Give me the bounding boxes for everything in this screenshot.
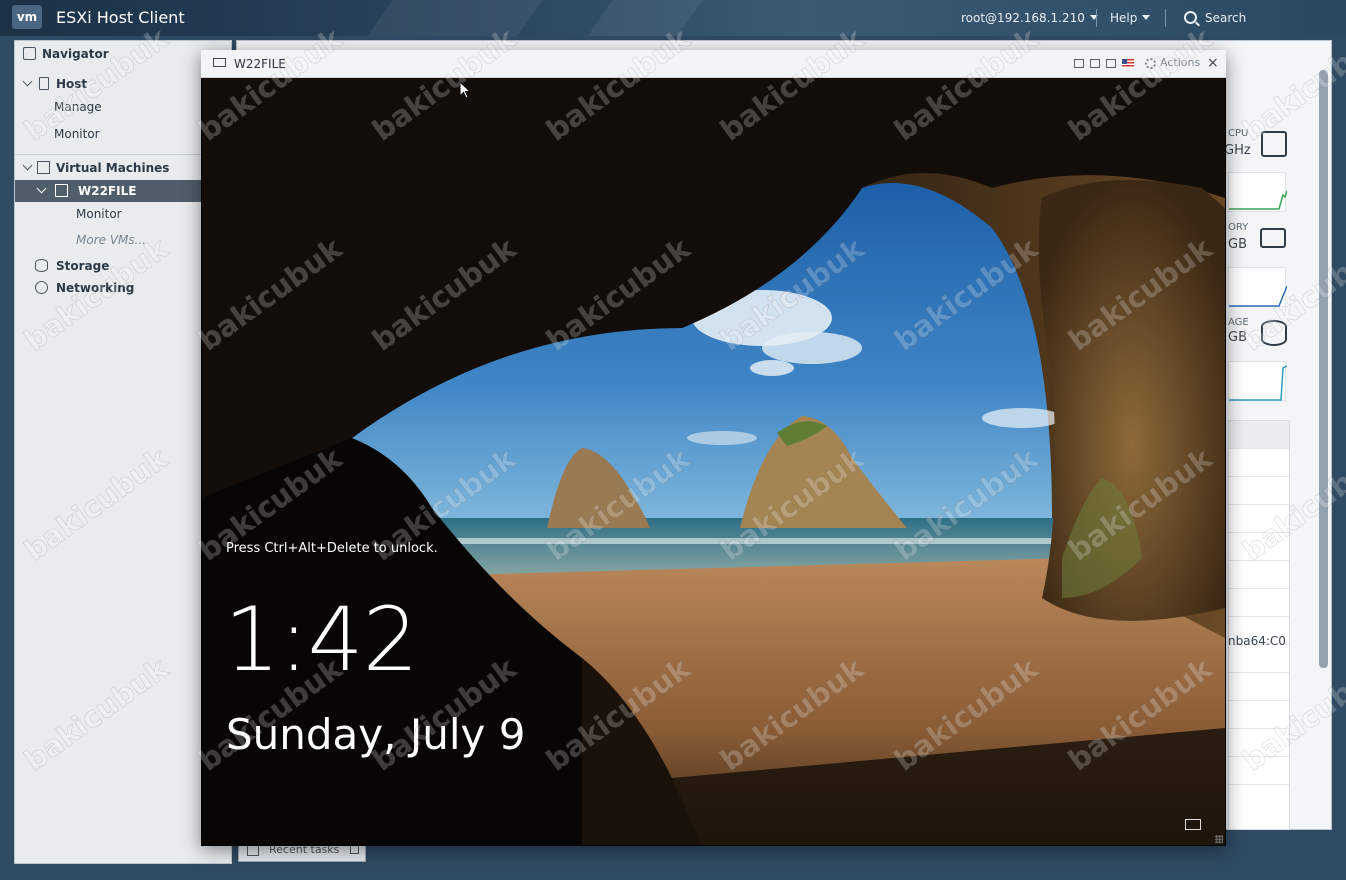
nav-divider: [15, 154, 201, 155]
restore-icon[interactable]: [1090, 59, 1100, 68]
header-divider: [1165, 9, 1166, 27]
user-menu-label: root@192.168.1.210: [961, 11, 1085, 25]
list-row: [1229, 701, 1289, 729]
lock-screen-message: Press Ctrl+Alt+Delete to unlock.: [226, 541, 438, 556]
accessibility-display-icon[interactable]: [1185, 819, 1201, 830]
nav-item-label: Virtual Machines: [56, 161, 170, 175]
search-button[interactable]: Search: [1205, 11, 1246, 25]
minimize-icon[interactable]: [1074, 59, 1084, 68]
storage-sparkline-graph: [1229, 365, 1288, 401]
storage-sparkline: [1228, 361, 1288, 401]
nav-item-networking[interactable]: Networking: [15, 277, 201, 299]
list-row: [1229, 673, 1289, 701]
cpu-chip-icon: [1261, 131, 1287, 157]
nav-item-label: Monitor: [54, 127, 100, 141]
gear-icon[interactable]: [1145, 58, 1156, 69]
header-decoration: [587, 0, 703, 36]
storage-database-icon: [35, 259, 48, 272]
cpu-sparkline-graph: [1229, 190, 1288, 210]
search-icon[interactable]: [1184, 11, 1197, 24]
nav-item-label: W22FILE: [78, 184, 137, 198]
list-row: [1229, 561, 1289, 589]
nav-item-label: Monitor: [76, 207, 122, 221]
list-row: [1229, 477, 1289, 505]
navigator-title: Navigator: [42, 47, 109, 61]
navigator-header: Navigator: [15, 43, 201, 65]
nav-item-more-vms[interactable]: More VMs...: [15, 229, 201, 251]
datastore-icon: [1261, 320, 1287, 346]
hardware-info-list: [1228, 420, 1290, 830]
help-menu[interactable]: Help: [1110, 11, 1151, 25]
nav-item-vm-w22file[interactable]: W22FILE: [15, 180, 201, 202]
memory-label: ORY: [1228, 222, 1249, 233]
header-divider: [1096, 9, 1097, 27]
vm-console-window[interactable]: W22FILE Actions × Press Ctrl+Alt+Delete …: [201, 50, 1226, 846]
nav-item-label: Networking: [56, 281, 135, 295]
app-title: ESXi Host Client: [56, 8, 185, 27]
chevron-down-icon[interactable]: [22, 160, 33, 171]
lock-screen-date: Sunday, July 9: [226, 710, 526, 759]
chevron-down-icon[interactable]: [22, 76, 33, 87]
nav-item-label: Manage: [54, 100, 102, 114]
virtual-machines-icon: [37, 161, 50, 174]
memory-value: GB: [1228, 237, 1247, 252]
console-titlebar[interactable]: W22FILE Actions ×: [201, 50, 1226, 78]
expand-icon[interactable]: [350, 845, 359, 854]
nav-item-label: Storage: [56, 259, 110, 273]
vm-icon: [55, 184, 68, 197]
cpu-label: CPU: [1228, 128, 1249, 139]
nav-item-host-monitor[interactable]: Monitor: [15, 123, 201, 145]
list-row: [1229, 645, 1289, 673]
keyboard-layout-flag-icon[interactable]: [1122, 59, 1134, 68]
host-icon: [39, 77, 49, 90]
nav-item-host-label: Host: [56, 77, 88, 91]
nav-item-storage[interactable]: Storage: [15, 255, 201, 277]
list-row: [1229, 757, 1289, 785]
vmware-logo[interactable]: vm: [12, 5, 42, 29]
actions-menu[interactable]: Actions: [1160, 56, 1200, 69]
resize-grip[interactable]: [1215, 835, 1223, 843]
networking-icon: [35, 281, 48, 294]
mouse-cursor-icon: [459, 80, 472, 105]
list-row: [1229, 449, 1289, 477]
header-decoration: [367, 0, 543, 36]
nav-item-vm-monitor[interactable]: Monitor: [15, 203, 201, 225]
navigator-panel: Navigator Host Manage Monitor Virtual Ma…: [14, 40, 232, 864]
cpu-sparkline: [1228, 172, 1288, 212]
memory-sparkline-graph: [1229, 285, 1288, 307]
list-row: [1229, 533, 1289, 561]
memory-module-icon: [1260, 228, 1286, 248]
console-title: W22FILE: [234, 57, 286, 71]
console-monitor-icon: [213, 58, 226, 67]
list-row: [1229, 505, 1289, 533]
storage-value: GB: [1228, 330, 1247, 345]
maximize-icon[interactable]: [1106, 59, 1116, 68]
user-menu[interactable]: root@192.168.1.210: [961, 11, 1098, 25]
storage-label: AGE: [1228, 317, 1249, 328]
nav-item-host-manage[interactable]: Manage: [15, 96, 201, 118]
chevron-down-icon: [1142, 15, 1151, 20]
list-row: [1229, 421, 1289, 449]
list-row: [1229, 729, 1289, 757]
adapter-text: nba64:C0: [1228, 634, 1286, 648]
help-menu-label: Help: [1110, 11, 1138, 25]
close-icon[interactable]: ×: [1207, 55, 1219, 71]
guest-screen[interactable]: Press Ctrl+Alt+Delete to unlock. 1:42 Su…: [202, 78, 1225, 845]
main-scrollbar[interactable]: [1319, 70, 1328, 668]
lock-screen-time: 1:42: [224, 588, 419, 691]
nav-item-virtual-machines[interactable]: Virtual Machines: [15, 157, 201, 179]
nav-item-host[interactable]: Host: [15, 73, 201, 95]
nav-item-label: More VMs...: [76, 233, 147, 247]
top-header-bar: vm ESXi Host Client root@192.168.1.210 H…: [0, 0, 1346, 36]
chevron-down-icon[interactable]: [36, 183, 47, 194]
mouse-cursor-graphic: [459, 80, 472, 99]
list-row: [1229, 589, 1289, 617]
cpu-value: GHz: [1224, 143, 1251, 158]
memory-sparkline: [1228, 267, 1288, 307]
navigator-compass-icon: [23, 47, 36, 60]
